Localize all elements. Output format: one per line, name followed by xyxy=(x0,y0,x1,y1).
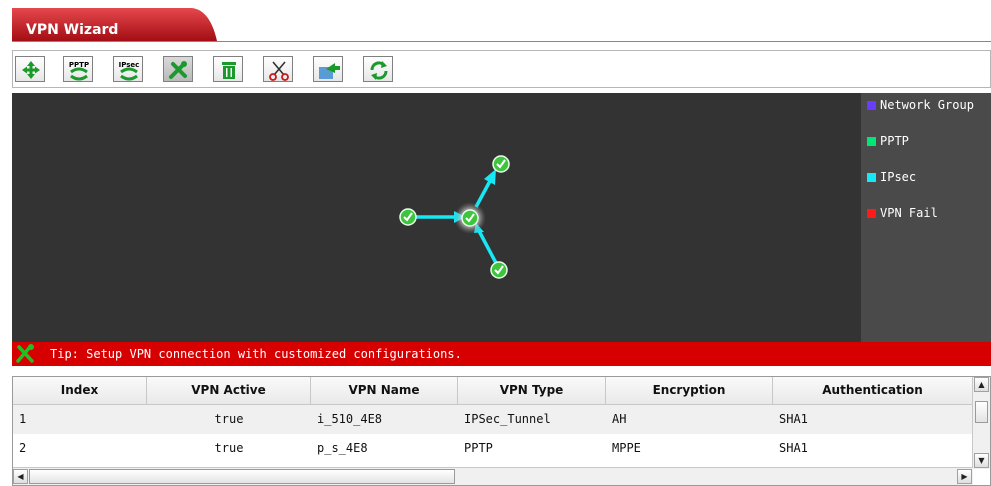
node-bottom[interactable] xyxy=(490,261,508,279)
legend-item-pptp: PPTP xyxy=(867,134,909,148)
legend-label: PPTP xyxy=(880,134,909,148)
column-header-vpn-name[interactable]: VPN Name xyxy=(311,377,458,404)
export-icon xyxy=(319,63,340,79)
cell-index: 1 xyxy=(19,412,27,426)
scroll-down-button[interactable]: ▼ xyxy=(974,453,989,468)
table-row[interactable]: 1 true i_510_4E8 IPSec_Tunnel AH SHA1 xyxy=(13,405,973,434)
legend-swatch xyxy=(867,137,876,146)
ipsec-icon: IPsec xyxy=(119,61,139,81)
scroll-up-button[interactable]: ▲ xyxy=(974,377,989,392)
custom-config-button[interactable] xyxy=(163,56,193,82)
delete-button[interactable] xyxy=(213,56,243,82)
vertical-scrollbar[interactable]: ▲ ▼ xyxy=(972,377,990,469)
column-header-index[interactable]: Index xyxy=(13,377,147,404)
cell-vpn-type: IPSec_Tunnel xyxy=(464,412,551,426)
cell-authentication: SHA1 xyxy=(779,412,808,426)
scroll-left-button[interactable]: ◀ xyxy=(13,469,28,484)
cell-index: 2 xyxy=(19,441,27,455)
column-header-vpn-type[interactable]: VPN Type xyxy=(458,377,606,404)
legend-label: IPsec xyxy=(880,170,917,184)
title-tab: VPN Wizard xyxy=(12,8,217,41)
refresh-button[interactable] xyxy=(363,56,393,82)
legend-swatch xyxy=(867,101,876,110)
trash-icon xyxy=(222,62,236,79)
table-header: Index VPN Active VPN Name VPN Type Encry… xyxy=(13,377,973,405)
add-button[interactable] xyxy=(15,56,45,82)
tip-bar: Tip: Setup VPN connection with customize… xyxy=(12,342,991,366)
cell-vpn-name: i_510_4E8 xyxy=(317,412,383,426)
legend-label: Network Group xyxy=(880,98,974,112)
legend-item-network-group: Network Group xyxy=(867,98,974,112)
column-header-authentication[interactable]: Authentication xyxy=(773,377,973,404)
legend-item-vpn-fail: VPN Fail xyxy=(867,206,938,220)
horizontal-scroll-thumb[interactable] xyxy=(29,469,455,484)
cell-authentication: SHA1 xyxy=(779,441,808,455)
scissors-icon xyxy=(269,61,289,81)
window-header: VPN Wizard xyxy=(0,0,991,44)
tip-text: Tip: Setup VPN connection with customize… xyxy=(50,347,462,361)
header-divider xyxy=(12,41,991,42)
legend-panel: Network Group PPTP IPsec VPN Fail xyxy=(861,93,991,342)
vertical-scroll-thumb[interactable] xyxy=(975,401,988,423)
vpn-topology-canvas[interactable] xyxy=(12,93,861,342)
horizontal-scrollbar[interactable]: ◀ ▶ xyxy=(13,467,973,485)
column-header-encryption[interactable]: Encryption xyxy=(606,377,773,404)
cell-vpn-active: true xyxy=(214,441,244,455)
cell-vpn-name: p_s_4E8 xyxy=(317,441,368,455)
refresh-icon xyxy=(370,61,388,80)
center-node[interactable] xyxy=(461,209,479,227)
tools-icon xyxy=(16,344,34,363)
vpn-topology-graph xyxy=(399,155,510,279)
legend-label: VPN Fail xyxy=(880,206,938,220)
export-button[interactable] xyxy=(313,56,343,82)
ipsec-button[interactable]: IPsec xyxy=(113,56,143,82)
toolbar: PPTP IPsec xyxy=(12,50,991,88)
scroll-right-button[interactable]: ▶ xyxy=(957,469,972,484)
link-top[interactable] xyxy=(474,180,492,208)
pptp-icon: PPTP xyxy=(69,61,89,81)
cell-vpn-type: PPTP xyxy=(464,441,493,455)
move-cross-icon xyxy=(22,61,40,79)
cell-encryption: MPPE xyxy=(612,441,641,455)
pptp-button[interactable]: PPTP xyxy=(63,56,93,82)
table-row[interactable]: 2 true p_s_4E8 PPTP MPPE SHA1 xyxy=(13,434,973,463)
legend-swatch xyxy=(867,173,876,182)
link-bottom[interactable] xyxy=(476,228,498,264)
vpn-table: Index VPN Active VPN Name VPN Type Encry… xyxy=(12,376,991,486)
cell-encryption: AH xyxy=(612,412,627,426)
tools-icon xyxy=(169,61,187,79)
cell-vpn-active: true xyxy=(214,412,244,426)
column-header-vpn-active[interactable]: VPN Active xyxy=(147,377,311,404)
legend-item-ipsec: IPsec xyxy=(867,170,916,184)
cut-button[interactable] xyxy=(263,56,293,82)
legend-swatch xyxy=(867,209,876,218)
window-title: VPN Wizard xyxy=(26,22,119,38)
node-left[interactable] xyxy=(399,208,417,226)
node-top[interactable] xyxy=(492,155,510,173)
